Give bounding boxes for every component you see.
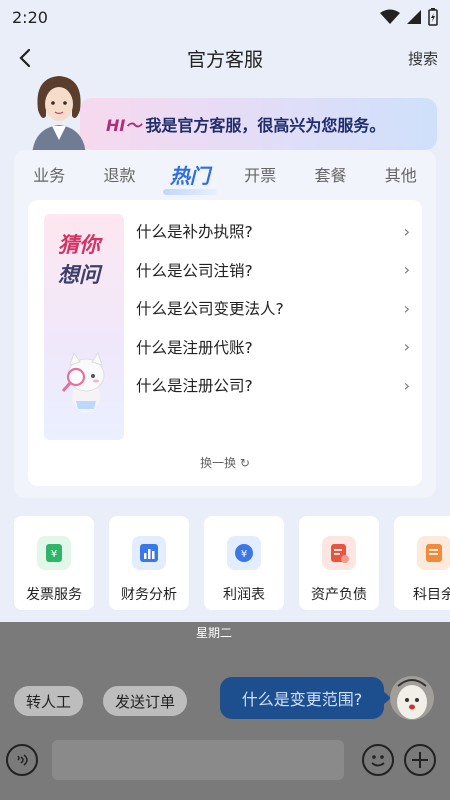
tab-package[interactable]: 套餐 [295, 162, 365, 186]
question-item[interactable]: 什么是注册代账? › [136, 328, 410, 367]
question-item[interactable]: 什么是注册公司? › [136, 366, 410, 405]
page-title: 官方客服 [186, 48, 263, 71]
yen-icon: ¥ [227, 536, 261, 570]
status-bar: 2:20 [0, 0, 450, 34]
faq-panel: 猜你 想问 什么是补办执照? › 什么是公司注销? › 什么是公司变更法人? › 什么… [28, 200, 422, 486]
banner-hi: HI～ [106, 116, 142, 135]
banner-text: 我是官方客服，很高兴为您服务。 [145, 116, 386, 135]
question-item[interactable]: 什么是公司注销? › [136, 251, 410, 290]
user-message-bubble: 什么是变更范围? [220, 677, 391, 719]
guess-title-line2: 想问 [58, 263, 100, 287]
welcome-banner: HI～ 我是官方客服，很高兴为您服务。 [80, 98, 437, 150]
chat-input-bar [0, 740, 450, 800]
emoji-icon[interactable] [362, 744, 394, 776]
tool-financial-analysis[interactable]: 财务分析 [109, 516, 189, 610]
tool-profit-statement[interactable]: ¥ 利润表 [204, 516, 284, 610]
tool-balance-sheet[interactable]: 资产负债 [299, 516, 379, 610]
back-arrow-icon[interactable] [14, 46, 38, 70]
chevron-right-icon: › [403, 298, 410, 318]
chevron-right-icon: › [403, 221, 410, 241]
guess-panel: 猜你 想问 [44, 214, 124, 440]
send-order-button[interactable]: 发送订单 [103, 686, 188, 716]
question-item[interactable]: 什么是公司变更法人? › [136, 289, 410, 328]
wifi-icon [380, 9, 400, 24]
chevron-right-icon: › [403, 260, 410, 280]
question-list: 什么是补办执照? › 什么是公司注销? › 什么是公司变更法人? › 什么是注册代账?… [136, 212, 410, 405]
subject-icon [417, 536, 450, 570]
tool-invoice-service[interactable]: ¥ 发票服务 [14, 516, 94, 610]
agent-avatar [32, 76, 86, 155]
plus-icon[interactable] [404, 744, 436, 776]
battery-icon [428, 8, 438, 26]
voice-input-icon[interactable] [6, 744, 38, 776]
faq-card: 业务 退款 热门 开票 套餐 其他 猜你 想问 什么是补办执照? › 什么是公司… [14, 150, 436, 498]
cat-mascot-icon [61, 351, 105, 413]
chevron-right-icon: › [403, 375, 410, 395]
status-time: 2:20 [12, 7, 48, 27]
question-item[interactable]: 什么是补办执照? › [136, 212, 410, 251]
tool-account-balance[interactable]: 科目余 [394, 516, 450, 610]
tab-hot[interactable]: 热门 [155, 160, 225, 195]
search-button[interactable]: 搜索 [408, 48, 438, 69]
tab-business[interactable]: 业务 [14, 162, 84, 186]
invoice-icon: ¥ [37, 536, 71, 570]
chat-date-label: 星期二 [196, 626, 233, 640]
refresh-button[interactable]: 换一换 ↻ [28, 454, 422, 471]
tab-invoice[interactable]: 开票 [225, 162, 295, 186]
chevron-right-icon: › [403, 337, 410, 357]
message-input[interactable] [52, 740, 344, 780]
svg-text:¥: ¥ [241, 549, 247, 560]
user-avatar[interactable] [390, 676, 434, 720]
guess-title-line1: 猜你 [58, 233, 100, 257]
ledger-icon [322, 536, 356, 570]
category-tabs: 业务 退款 热门 开票 套餐 其他 [14, 150, 436, 198]
chart-icon [132, 536, 166, 570]
welcome-hero: HI～ 我是官方客服，很高兴为您服务。 [0, 70, 450, 160]
signal-icon [407, 10, 421, 24]
tab-other[interactable]: 其他 [366, 162, 436, 186]
transfer-human-button[interactable]: 转人工 [14, 686, 84, 716]
tab-refund[interactable]: 退款 [84, 162, 154, 186]
tool-shortcuts: ¥ 发票服务 财务分析 ¥ 利润表 资产负债 科目余 [0, 516, 450, 612]
svg-text:¥: ¥ [51, 549, 57, 560]
